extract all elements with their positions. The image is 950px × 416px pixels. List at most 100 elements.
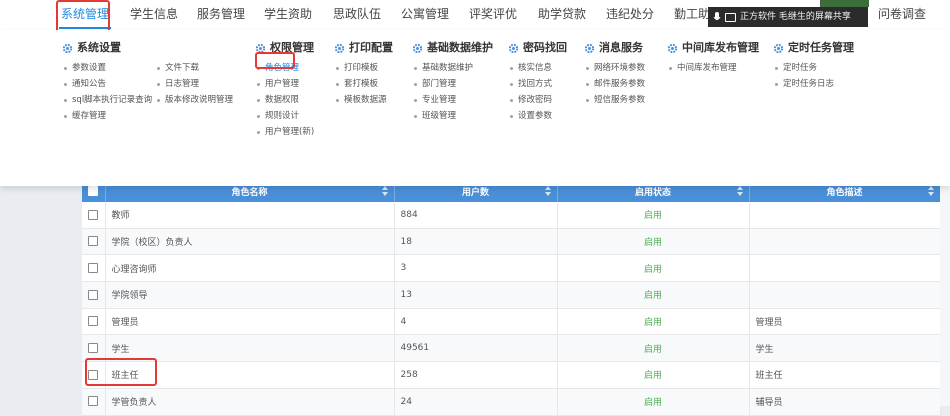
row-checkbox[interactable] <box>88 209 99 220</box>
role-table: 角色名称 用户数 启用状态 角色描述 教师 884 启用 学院（校区）负责人 1… <box>82 180 941 416</box>
menu-item-middleware-publish[interactable]: 中间库发布管理 <box>667 60 737 76</box>
cell-role-name: 学院（校区）负责人 <box>105 228 395 256</box>
nav-awards[interactable]: 评奖评优 <box>469 0 517 28</box>
nav-service-management[interactable]: 服务管理 <box>197 0 245 28</box>
row-checkbox[interactable] <box>88 369 99 380</box>
cell-role-name: 学院领导 <box>105 281 395 309</box>
gear-icon <box>412 43 423 53</box>
menu-item-recovery-method[interactable]: 找回方式 <box>508 76 552 92</box>
table-row[interactable]: 管理员 4 启用 管理员 <box>82 308 941 336</box>
nav-system-management[interactable]: 系统管理 <box>58 0 112 29</box>
row-checkbox[interactable] <box>88 343 99 354</box>
menu-item-data-permissions[interactable]: 数据权限 <box>255 92 314 108</box>
microphone-icon <box>713 11 721 20</box>
screen-share-text: 正方软件 毛继生的屏幕共享 <box>740 12 851 22</box>
cell-role-name: 学生 <box>105 334 395 363</box>
gear-icon <box>334 43 345 53</box>
menu-item-verify-info[interactable]: 核实信息 <box>508 60 552 76</box>
menu-item-scheduled-task[interactable]: 定时任务 <box>773 60 834 76</box>
row-checkbox[interactable] <box>88 396 99 407</box>
nav-discipline[interactable]: 违纪处分 <box>606 0 654 28</box>
nav-student-loans[interactable]: 助学贷款 <box>538 0 586 28</box>
menu-item-file-download[interactable]: 文件下载 <box>155 60 233 76</box>
menu-item-department-management[interactable]: 部门管理 <box>412 76 473 92</box>
nav-ideological-team[interactable]: 思政队伍 <box>333 0 381 28</box>
menu-group-message-service: 消息服务 网络环境参数 邮件服务参数 短信服务参数 <box>584 40 645 108</box>
cell-status: 启用 <box>557 228 750 256</box>
row-checkbox[interactable] <box>88 236 99 247</box>
sort-icon <box>736 186 743 196</box>
menu-item-network-params[interactable]: 网络环境参数 <box>584 60 645 76</box>
menu-item-log-management[interactable]: 日志管理 <box>155 76 233 92</box>
menu-group-base-data: 基础数据维护 基础数据维护 部门管理 专业管理 班级管理 <box>412 40 493 124</box>
cell-status: 启用 <box>557 254 750 283</box>
menu-item-sms-params[interactable]: 短信服务参数 <box>584 92 645 108</box>
share-preview-thumbnail <box>820 0 869 7</box>
table-row[interactable]: 学生 49561 启用 学生 <box>82 334 941 363</box>
row-checkbox[interactable] <box>88 262 99 273</box>
menu-item-overlay-template[interactable]: 套打模板 <box>334 76 387 92</box>
cell-description: 辅导员 <box>749 388 941 416</box>
menu-item-class-management[interactable]: 班级管理 <box>412 108 473 124</box>
table-row[interactable]: 学院领导 13 启用 <box>82 281 941 309</box>
table-row[interactable]: 心理咨询师 3 启用 <box>82 254 941 283</box>
menu-item-announcements[interactable]: 通知公告 <box>62 76 155 92</box>
cell-user-count: 24 <box>394 388 558 416</box>
nav-student-aid[interactable]: 学生资助 <box>264 0 312 28</box>
cell-description: 管理员 <box>749 308 941 336</box>
menu-group-scheduled-tasks: 定时任务管理 定时任务 定时任务日志 <box>773 40 854 92</box>
menu-item-version-notes[interactable]: 版本修改说明管理 <box>155 92 233 108</box>
cell-status: 启用 <box>557 281 750 309</box>
sort-icon <box>927 186 934 196</box>
right-edge-panel <box>940 186 950 406</box>
menu-item-role-management[interactable]: 角色管理 <box>255 60 314 76</box>
menu-item-sql-log[interactable]: sql脚本执行记录查询 <box>62 92 155 108</box>
row-checkbox[interactable] <box>88 289 99 300</box>
cell-user-count: 3 <box>394 254 558 283</box>
cell-status: 启用 <box>557 334 750 363</box>
cell-role-name: 学管负责人 <box>105 388 395 416</box>
cell-description: 学生 <box>749 334 941 363</box>
menu-group-title: 定时任务管理 <box>788 41 854 54</box>
table-row[interactable]: 学管负责人 24 启用 辅导员 <box>82 388 941 416</box>
menu-item-user-management[interactable]: 用户管理 <box>255 76 314 92</box>
cell-role-name: 管理员 <box>105 308 395 336</box>
table-row[interactable]: 学院（校区）负责人 18 启用 <box>82 228 941 256</box>
nav-dormitory-management[interactable]: 公寓管理 <box>401 0 449 28</box>
menu-item-set-parameters[interactable]: 设置参数 <box>508 108 552 124</box>
cell-user-count: 884 <box>394 202 558 229</box>
cell-role-name: 教师 <box>105 202 395 229</box>
menu-item-print-template[interactable]: 打印模板 <box>334 60 387 76</box>
select-all-checkbox[interactable] <box>88 185 99 196</box>
menu-item-email-params[interactable]: 邮件服务参数 <box>584 76 645 92</box>
menu-item-cache-management[interactable]: 缓存管理 <box>62 108 155 124</box>
cell-user-count: 258 <box>394 361 558 389</box>
cell-user-count: 49561 <box>394 334 558 363</box>
menu-item-base-data-maintenance[interactable]: 基础数据维护 <box>412 60 473 76</box>
menu-group-middleware-publish: 中间库发布管理 中间库发布管理 <box>667 40 759 76</box>
nav-questionnaire[interactable]: 问卷调查 <box>878 0 926 28</box>
menu-item-change-password[interactable]: 修改密码 <box>508 92 552 108</box>
menu-group-password-recovery: 密码找回 核实信息 找回方式 修改密码 设置参数 <box>508 40 567 124</box>
table-row[interactable]: 教师 884 启用 <box>82 202 941 229</box>
gear-icon <box>255 43 266 53</box>
sort-icon <box>544 186 551 196</box>
gear-icon <box>62 43 73 53</box>
menu-item-scheduled-task-log[interactable]: 定时任务日志 <box>773 76 834 92</box>
menu-item-user-management-new[interactable]: 用户管理(新) <box>255 124 314 140</box>
row-checkbox[interactable] <box>88 316 99 327</box>
menu-item-rule-design[interactable]: 规则设计 <box>255 108 314 124</box>
menu-group-print-config: 打印配置 打印模板 套打模板 模板数据源 <box>334 40 393 108</box>
menu-item-template-datasource[interactable]: 模板数据源 <box>334 92 387 108</box>
screen-share-bar[interactable]: 正方软件 毛继生的屏幕共享 <box>708 7 868 27</box>
cell-user-count: 18 <box>394 228 558 256</box>
menu-item-parameter-settings[interactable]: 参数设置 <box>62 60 155 76</box>
table-row[interactable]: 班主任 258 启用 班主任 <box>82 361 941 389</box>
menu-group-title: 基础数据维护 <box>427 41 493 54</box>
cell-role-name: 班主任 <box>105 361 395 389</box>
nav-student-info[interactable]: 学生信息 <box>130 0 178 28</box>
menu-item-major-management[interactable]: 专业管理 <box>412 92 473 108</box>
role-table-container: 角色名称 用户数 启用状态 角色描述 教师 884 启用 学院（校区）负责人 1… <box>82 180 941 416</box>
screen-icon <box>725 12 736 22</box>
menu-group-title: 消息服务 <box>599 41 643 54</box>
